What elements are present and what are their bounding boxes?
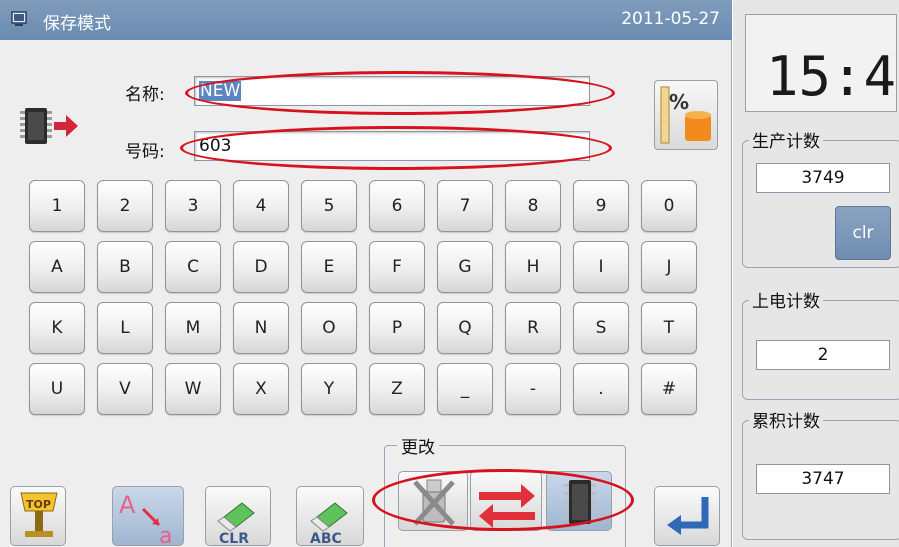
key-2-2[interactable]: M xyxy=(165,302,221,354)
name-value: NEW xyxy=(199,81,242,101)
key-3-8[interactable]: . xyxy=(573,363,629,415)
key-1-3[interactable]: D xyxy=(233,241,289,293)
name-label: 名称: xyxy=(125,85,165,105)
key-3-9[interactable]: # xyxy=(641,363,697,415)
key-2-4[interactable]: O xyxy=(301,302,357,354)
key-2-6[interactable]: Q xyxy=(437,302,493,354)
date-display: 2011-05-27 xyxy=(621,9,720,29)
key-1-9[interactable]: J xyxy=(641,241,697,293)
memory-chip-button[interactable] xyxy=(546,471,612,531)
key-0-7[interactable]: 8 xyxy=(505,180,561,232)
key-3-4[interactable]: Y xyxy=(301,363,357,415)
key-0-3[interactable]: 4 xyxy=(233,180,289,232)
clock-display: 15:47 xyxy=(745,14,899,112)
key-1-7[interactable]: H xyxy=(505,241,561,293)
svg-text:A: A xyxy=(119,491,136,519)
page-title: 保存模式 xyxy=(43,14,111,34)
key-0-5[interactable]: 6 xyxy=(369,180,425,232)
total-count-value: 3747 xyxy=(756,464,890,494)
key-1-5[interactable]: F xyxy=(369,241,425,293)
change-group-label: 更改 xyxy=(397,433,439,458)
monitor-icon xyxy=(11,11,27,26)
key-1-2[interactable]: C xyxy=(165,241,221,293)
key-3-3[interactable]: X xyxy=(233,363,289,415)
total-count-label: 累积计数 xyxy=(749,407,823,432)
key-2-3[interactable]: N xyxy=(233,302,289,354)
production-count-value: 3749 xyxy=(756,163,890,193)
power-count-value: 2 xyxy=(756,340,890,370)
key-1-0[interactable]: A xyxy=(29,241,85,293)
eraser-abc-icon: ABC xyxy=(310,502,348,547)
key-3-1[interactable]: V xyxy=(97,363,153,415)
top-label: TOP xyxy=(26,498,51,511)
key-1-1[interactable]: B xyxy=(97,241,153,293)
case-toggle-button[interactable]: A a xyxy=(112,486,184,547)
key-3-2[interactable]: W xyxy=(165,363,221,415)
abc-label: ABC xyxy=(310,531,342,547)
key-1-6[interactable]: G xyxy=(437,241,493,293)
top-icon: TOP xyxy=(20,492,58,537)
key-3-5[interactable]: Z xyxy=(369,363,425,415)
usb-disabled-icon xyxy=(413,479,455,526)
key-2-9[interactable]: T xyxy=(641,302,697,354)
key-0-8[interactable]: 9 xyxy=(573,180,629,232)
key-3-7[interactable]: - xyxy=(505,363,561,415)
key-0-6[interactable]: 7 xyxy=(437,180,493,232)
power-count-label: 上电计数 xyxy=(749,287,823,312)
swap-arrows-icon xyxy=(479,484,535,528)
name-input[interactable]: NEW xyxy=(194,76,590,106)
key-3-0[interactable]: U xyxy=(29,363,85,415)
save-mode-screen: 保存模式 2011-05-27 名称: NEW 号码: 603 % 1 2 3 … xyxy=(0,0,899,547)
enter-button[interactable] xyxy=(654,486,720,546)
clock-time: 15:47 xyxy=(766,45,898,108)
clear-button[interactable]: CLR xyxy=(205,486,271,547)
clear-text-button[interactable]: ABC xyxy=(296,486,364,547)
key-2-8[interactable]: S xyxy=(573,302,629,354)
key-2-0[interactable]: K xyxy=(29,302,85,354)
key-1-8[interactable]: I xyxy=(573,241,629,293)
key-2-1[interactable]: L xyxy=(97,302,153,354)
key-0-2[interactable]: 3 xyxy=(165,180,221,232)
percent-database-button[interactable]: % xyxy=(654,80,718,150)
key-2-7[interactable]: R xyxy=(505,302,561,354)
number-label: 号码: xyxy=(125,142,165,162)
number-input[interactable]: 603 xyxy=(194,131,590,161)
svg-text:a: a xyxy=(159,524,172,547)
clock-digits: 15:47 xyxy=(766,45,899,108)
clr-label: CLR xyxy=(219,531,249,547)
chip-save-icon xyxy=(20,108,78,144)
production-count-label: 生产计数 xyxy=(749,127,823,152)
case-switch-icon: A a xyxy=(119,491,172,547)
key-1-4[interactable]: E xyxy=(301,241,357,293)
usb-disabled-button[interactable] xyxy=(398,471,468,531)
percent-database-icon: % xyxy=(660,86,711,144)
key-0-9[interactable]: 0 xyxy=(641,180,697,232)
key-2-5[interactable]: P xyxy=(369,302,425,354)
number-value: 603 xyxy=(199,136,232,156)
key-0-4[interactable]: 5 xyxy=(301,180,357,232)
key-0-1[interactable]: 2 xyxy=(97,180,153,232)
enter-arrow-icon xyxy=(667,497,709,535)
svg-text:%: % xyxy=(669,90,689,114)
key-0-0[interactable]: 1 xyxy=(29,180,85,232)
main-panel: 保存模式 2011-05-27 名称: NEW 号码: 603 % 1 2 3 … xyxy=(0,0,732,547)
clear-count-button[interactable]: clr xyxy=(835,206,891,260)
eraser-icon: CLR xyxy=(217,502,255,547)
top-button[interactable]: TOP xyxy=(10,486,66,546)
swap-direction-button[interactable] xyxy=(470,471,542,531)
title-bar: 保存模式 2011-05-27 xyxy=(0,0,732,40)
key-3-6[interactable]: _ xyxy=(437,363,493,415)
memory-chip-icon xyxy=(564,480,596,524)
